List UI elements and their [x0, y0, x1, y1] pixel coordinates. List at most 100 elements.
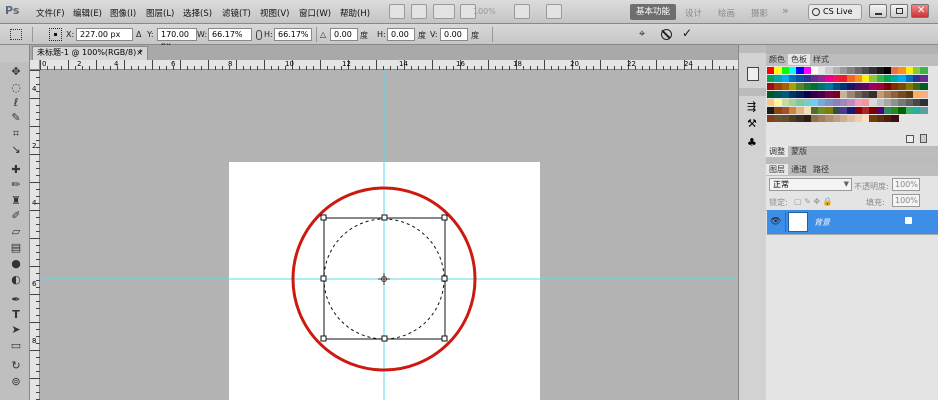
zoom-level[interactable]: 100% [473, 7, 496, 16]
opacity-input[interactable]: 100% [892, 178, 920, 191]
workspace-more-icon[interactable]: » [782, 4, 789, 17]
move-tool-icon[interactable]: ✥ [8, 66, 24, 78]
menu-layer[interactable]: 图层(L) [146, 7, 174, 19]
healing-brush-tool-icon[interactable]: ✚ [8, 164, 24, 176]
tab-layers[interactable]: 图层 [766, 164, 788, 175]
new-swatch-icon[interactable] [906, 135, 914, 143]
dodge-tool-icon[interactable]: ◐ [8, 274, 24, 286]
clone-source-panel-icon[interactable]: ♣ [747, 136, 757, 149]
transform-handle-bl[interactable] [320, 335, 327, 342]
tab-styles[interactable]: 样式 [810, 54, 832, 65]
angle-input[interactable]: 0.00 [330, 28, 358, 41]
history-brush-tool-icon[interactable]: ✐ [8, 210, 24, 222]
type-tool-icon[interactable]: T [8, 309, 24, 321]
eye-icon[interactable]: 👁 [770, 217, 781, 227]
swatch[interactable] [891, 115, 900, 122]
pen-tool-icon[interactable]: ✒ [8, 294, 24, 306]
menu-filter[interactable]: 滤镜(T) [222, 7, 251, 19]
swatch[interactable] [920, 91, 929, 98]
mini-bridge-icon[interactable] [411, 4, 427, 19]
lock-icons[interactable]: ▢ ✎ ✥ 🔒 [794, 197, 844, 206]
restore-button[interactable] [890, 4, 908, 18]
menu-view[interactable]: 视图(V) [260, 7, 289, 19]
transform-center-point[interactable] [378, 273, 390, 285]
transform-handle-t[interactable] [381, 214, 388, 221]
menu-image[interactable]: 图像(I) [110, 7, 136, 19]
brush-tool-icon[interactable]: ✏ [8, 179, 24, 191]
workspace-essentials[interactable]: 基本功能 [630, 4, 676, 20]
vertical-ruler[interactable] [30, 70, 40, 400]
swatch-grid[interactable] [767, 67, 929, 129]
eraser-tool-icon[interactable]: ▱ [8, 226, 24, 238]
transform-handle-br[interactable] [441, 335, 448, 342]
cs-live-button[interactable]: CS Live [808, 4, 862, 20]
menu-help[interactable]: 帮助(H) [340, 7, 370, 19]
warp-mode-icon[interactable]: ⌖ [639, 27, 645, 41]
3d-rotate-tool-icon[interactable]: ↻ [8, 360, 24, 372]
quick-select-tool-icon[interactable]: ✎ [8, 112, 24, 124]
transform-handle-tl[interactable] [320, 214, 327, 221]
cancel-transform-icon[interactable] [661, 29, 672, 40]
menu-select[interactable]: 选择(S) [183, 7, 212, 19]
transform-handle-b[interactable] [381, 335, 388, 342]
width-input[interactable]: 66.17% [208, 28, 252, 41]
blend-mode-select[interactable]: 正常 ▼ [769, 178, 852, 191]
history-panel-icon[interactable]: ⇶ [747, 100, 756, 113]
3d-orbit-tool-icon[interactable]: ⊚ [8, 376, 24, 388]
tab-masks[interactable]: 蒙版 [788, 146, 810, 157]
link-icon[interactable] [256, 30, 262, 40]
workspace-painting[interactable]: 绘画 [718, 7, 735, 19]
delete-swatch-icon[interactable] [920, 134, 927, 143]
eyedropper-tool-icon[interactable]: ↘ [8, 144, 24, 156]
tab-swatches[interactable]: 色板 [788, 54, 810, 65]
swatch[interactable] [920, 67, 929, 74]
screen-mode-icon[interactable] [546, 4, 562, 19]
workspace-design[interactable]: 设计 [685, 7, 702, 19]
y-input[interactable]: 170.00 px [157, 28, 197, 50]
blur-tool-icon[interactable]: ● [8, 258, 24, 270]
arrange-documents-icon[interactable] [514, 4, 530, 19]
bridge-icon[interactable] [389, 4, 405, 19]
close-document-icon[interactable]: × [136, 47, 143, 59]
fill-input[interactable]: 100% [892, 194, 920, 207]
menu-edit[interactable]: 编辑(E) [73, 7, 102, 19]
reference-point-icon[interactable] [49, 28, 62, 41]
crop-tool-icon[interactable]: ⌗ [8, 128, 24, 140]
menu-file[interactable]: 文件(F) [36, 7, 65, 19]
transform-handle-tr[interactable] [441, 214, 448, 221]
close-button[interactable]: ✕ [911, 4, 929, 18]
minimize-button[interactable] [869, 4, 887, 18]
swatch[interactable] [920, 107, 929, 114]
hskew-input[interactable]: 0.00 [387, 28, 415, 41]
swatch[interactable] [920, 83, 929, 90]
swatch[interactable] [920, 99, 929, 106]
layer-name[interactable]: 背景 [814, 217, 830, 228]
document-tab[interactable]: 未标题-1 @ 100%(RGB/8) * × [32, 46, 148, 60]
tab-adjustments[interactable]: 调整 [766, 146, 788, 157]
relative-position-icon[interactable]: Δ [136, 30, 141, 39]
transform-handle-r[interactable] [441, 275, 448, 282]
swatch[interactable] [920, 75, 929, 82]
layer-row-background[interactable]: 👁 背景 [767, 210, 938, 234]
lasso-tool-icon[interactable]: ℓ [8, 97, 24, 109]
clone-stamp-tool-icon[interactable]: ♜ [8, 195, 24, 207]
transform-handle-l[interactable] [320, 275, 327, 282]
marquee-tool-icon[interactable]: ◌ [8, 82, 24, 94]
ruler-origin[interactable] [30, 60, 40, 70]
workspace-photography[interactable]: 摄影 [751, 7, 768, 19]
tab-paths[interactable]: 路径 [810, 164, 832, 175]
tab-channels[interactable]: 通道 [788, 164, 810, 175]
height-input[interactable]: 66.17% [274, 28, 312, 41]
menu-window[interactable]: 窗口(W) [299, 7, 331, 19]
fill-label: 填充: [866, 198, 885, 207]
gradient-tool-icon[interactable]: ▤ [8, 242, 24, 254]
tab-color[interactable]: 颜色 [766, 54, 788, 65]
vskew-input[interactable]: 0.00 [440, 28, 468, 41]
x-input[interactable]: 227.00 px [76, 28, 133, 41]
shape-tool-icon[interactable]: ▭ [8, 340, 24, 352]
mini-bridge-panel-icon[interactable] [747, 67, 759, 81]
path-selection-tool-icon[interactable]: ➤ [8, 324, 24, 336]
actions-panel-icon[interactable]: ⚒ [747, 117, 757, 130]
hand-tool-icon[interactable] [433, 4, 455, 19]
commit-transform-icon[interactable]: ✓ [682, 26, 692, 40]
